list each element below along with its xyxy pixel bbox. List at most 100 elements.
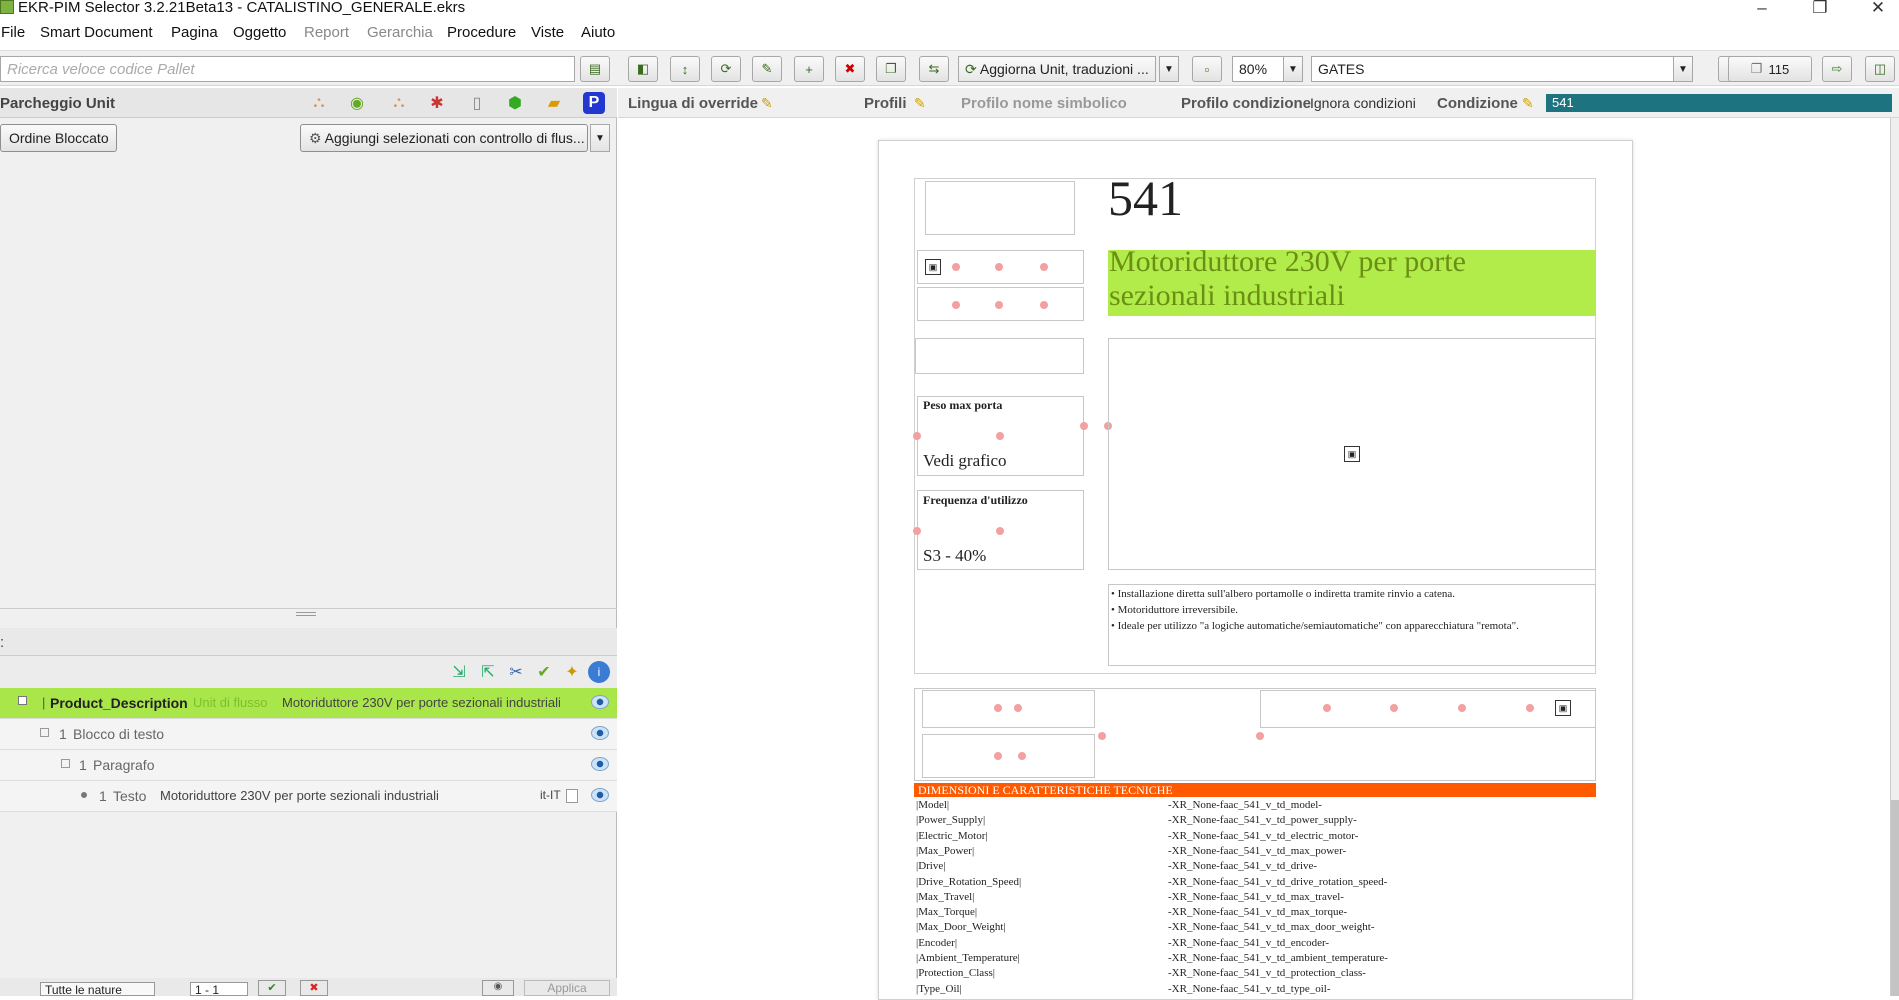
spec-row[interactable]: |Ambient_Temperature| -XR_None-faac_541_v… <box>916 952 1596 967</box>
icon-image-placeholder-icon[interactable]: ▣ <box>1555 700 1571 716</box>
profili-pencil-icon[interactable]: ✎ <box>914 95 930 111</box>
lock-icon[interactable]: ◉ <box>482 980 514 996</box>
edit-icon[interactable]: ✎ <box>752 56 782 82</box>
page-count-field[interactable]: ❐ 115 <box>1728 56 1812 82</box>
menu-aiuto[interactable]: Aiuto <box>581 24 615 41</box>
condizione-pencil-icon[interactable]: ✎ <box>1522 95 1538 111</box>
spec-row[interactable]: |Encoder| -XR_None-faac_541_v_td_encoder- <box>916 937 1596 952</box>
properties-toolbar: ⇲ ⇱ ✂ ✔ ✦ i <box>0 656 617 688</box>
collapse-toggle-icon[interactable] <box>61 759 70 768</box>
p-badge-icon[interactable]: P <box>583 92 605 114</box>
vertical-fit-icon[interactable]: ↕ <box>670 56 700 82</box>
minimize-button[interactable]: – <box>1752 0 1772 18</box>
menu-file[interactable]: File <box>1 24 25 41</box>
spec-row[interactable]: |Max_Torque| -XR_None-faac_541_v_td_max_t… <box>916 906 1596 921</box>
eye-icon[interactable] <box>591 757 609 771</box>
aggiungi-chevron-down-icon[interactable]: ▼ <box>590 124 610 152</box>
icon-cell-3[interactable] <box>1260 690 1596 728</box>
search-unit-icon[interactable]: ◉ <box>346 92 368 114</box>
tree-row-testo[interactable]: 1 Testo Motoriduttore 230V per porte sez… <box>0 781 617 812</box>
condizione-field[interactable]: 541 <box>1546 94 1892 112</box>
eye-icon[interactable] <box>591 695 609 709</box>
delete-page-icon[interactable]: ✖ <box>835 56 865 82</box>
spec-row[interactable]: |Type_Oil| -XR_None-faac_541_v_td_type_oi… <box>916 983 1596 998</box>
update-action-combo[interactable]: ⟳ Aggiorna Unit, traduzioni ... <box>958 56 1156 82</box>
spec-key: |Encoder| <box>916 936 958 949</box>
tree-icon[interactable]: ⛬ <box>388 92 410 114</box>
spec-row[interactable]: |Max_Power| -XR_None-faac_541_v_td_max_po… <box>916 845 1596 860</box>
menu-viste[interactable]: Viste <box>531 24 564 41</box>
star-icon[interactable]: ✦ <box>561 661 583 683</box>
tree-row-paragrafo[interactable]: 1 Paragrafo <box>0 750 617 781</box>
collapse-toggle-icon[interactable] <box>18 696 27 705</box>
folder-icon[interactable]: ▰ <box>543 92 565 114</box>
menu-gerarchia[interactable]: Gerarchia <box>367 24 433 41</box>
product-image-placeholder-icon[interactable]: ▣ <box>1344 446 1360 462</box>
tree-row-blocco[interactable]: 1 Blocco di testo <box>0 719 617 750</box>
brand-chevron-down-icon[interactable]: ▼ <box>1673 56 1693 82</box>
sync-icon[interactable]: ⇆ <box>919 56 949 82</box>
info-icon[interactable]: i <box>588 661 610 683</box>
chevron-down-icon[interactable]: ▼ <box>1159 56 1179 82</box>
hierarchy-icon[interactable]: ⛬ <box>308 92 330 114</box>
tools-icon[interactable]: ✱ <box>426 92 448 114</box>
spec-row[interactable]: |Model| -XR_None-faac_541_v_td_model- <box>916 799 1596 814</box>
spec-row[interactable]: |Protection_Class| -XR_None-faac_541_v_td… <box>916 967 1596 982</box>
add-page-icon[interactable]: + <box>794 56 824 82</box>
menu-pagina[interactable]: Pagina <box>171 24 218 41</box>
cancel-icon[interactable]: ✖ <box>300 980 328 996</box>
panel-toggle-icon[interactable]: ◫ <box>1865 56 1895 82</box>
apply-button[interactable]: Applica <box>524 980 610 996</box>
product-code[interactable]: 541 <box>1108 170 1183 226</box>
spec-row[interactable]: |Drive| -XR_None-faac_541_v_td_drive- <box>916 860 1596 875</box>
menu-smart-document[interactable]: Smart Document <box>40 24 153 41</box>
close-button[interactable]: ✕ <box>1868 0 1888 18</box>
splitter-grip-icon[interactable] <box>296 612 316 616</box>
section-title[interactable]: DIMENSIONI E CARATTERISTICHE TECNICHE <box>914 783 1596 797</box>
lingua-pencil-icon[interactable]: ✎ <box>761 95 777 111</box>
page-settings-icon[interactable]: ▫ <box>1192 56 1222 82</box>
document-icon[interactable]: ▯ <box>466 92 488 114</box>
spec-row[interactable]: |Max_Travel| -XR_None-faac_541_v_td_max_t… <box>916 891 1596 906</box>
copy-icon[interactable] <box>566 789 578 803</box>
logo-frame[interactable] <box>925 181 1075 235</box>
splitter[interactable] <box>0 608 617 609</box>
tree-row-product-description[interactable]: | Product_Description Unit di flusso Mot… <box>0 688 617 719</box>
image-placeholder-icon[interactable]: ▣ <box>925 259 941 275</box>
copy-page-icon[interactable]: ❐ <box>876 56 906 82</box>
wrench-icon[interactable]: ✂ <box>505 661 527 683</box>
eye-icon[interactable] <box>591 726 609 740</box>
menu-procedure[interactable]: Procedure <box>447 24 516 41</box>
empty-frame[interactable] <box>915 338 1084 374</box>
check-icon[interactable]: ✔ <box>533 661 555 683</box>
restore-button[interactable]: ❐ <box>1810 0 1830 18</box>
spec-row[interactable]: |Drive_Rotation_Speed| -XR_None-faac_541_… <box>916 876 1596 891</box>
aggiungi-selezionati-combo[interactable]: ⚙ Aggiungi selezionati con controllo di … <box>300 124 588 152</box>
collapse-toggle-icon[interactable] <box>40 728 49 737</box>
layout-icon[interactable]: ◧ <box>628 56 658 82</box>
cube-icon[interactable]: ⬢ <box>504 92 526 114</box>
pallet-search-input[interactable]: Ricerca veloce codice Pallet <box>0 56 575 82</box>
refresh-icon[interactable]: ⟳ <box>711 56 741 82</box>
zoom-field[interactable]: 80% <box>1232 56 1290 82</box>
spec-row[interactable]: |Power_Supply| -XR_None-faac_541_v_td_pow… <box>916 814 1596 829</box>
zoom-chevron-down-icon[interactable]: ▼ <box>1283 56 1303 82</box>
range-field[interactable]: 1 - 1 <box>190 982 248 996</box>
next-page-icon[interactable]: ⇨ <box>1822 56 1852 82</box>
menu-oggetto[interactable]: Oggetto <box>233 24 286 41</box>
expand-icon[interactable]: ⇲ <box>448 661 470 683</box>
nature-filter[interactable]: Tutte le nature <box>40 982 155 996</box>
confirm-icon[interactable]: ✔ <box>258 980 286 996</box>
icon-cell[interactable] <box>922 690 1095 728</box>
spec-row[interactable]: |Electric_Motor| -XR_None-faac_541_v_td_e… <box>916 830 1596 845</box>
menu-bar: File Smart Document Pagina Oggetto Repor… <box>0 20 1899 46</box>
collapse-icon[interactable]: ⇱ <box>477 661 499 683</box>
brand-combo[interactable]: GATES <box>1311 56 1676 82</box>
spec-row[interactable]: |Max_Door_Weight| -XR_None-faac_541_v_td_… <box>916 921 1596 936</box>
menu-report[interactable]: Report <box>304 24 349 41</box>
ordine-bloccato-button[interactable]: Ordine Bloccato <box>0 124 117 152</box>
icon-cell-2[interactable] <box>922 734 1095 778</box>
eye-icon[interactable] <box>591 788 609 802</box>
scrollbar-thumb[interactable] <box>1891 800 1899 996</box>
search-go-icon[interactable]: ▤ <box>580 56 610 82</box>
